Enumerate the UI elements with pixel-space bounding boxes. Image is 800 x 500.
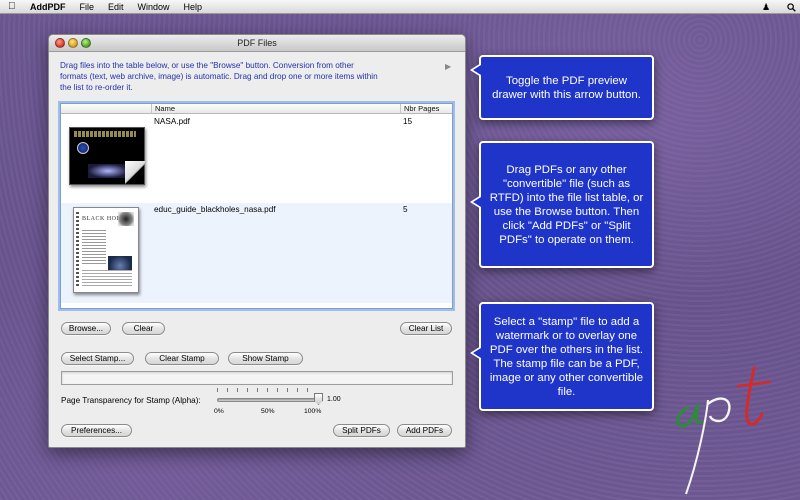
menu-extras: ♟ <box>758 0 800 14</box>
callout-text: Select a "stamp" file to add a watermark… <box>489 315 644 398</box>
table-row[interactable]: NASA.pdf 15 <box>61 115 452 203</box>
alpha-scale-min: 0% <box>214 408 224 415</box>
callout-stamp: Select a "stamp" file to add a watermark… <box>470 302 654 411</box>
menu-help[interactable]: Help <box>184 2 203 12</box>
alpha-slider[interactable] <box>217 398 319 402</box>
page-count-cell: 5 <box>403 205 408 214</box>
pdf-thumbnail <box>69 127 145 185</box>
page-curl-icon <box>125 161 145 185</box>
window-title: PDF Files <box>237 38 277 48</box>
thumbnail-header-strip <box>74 131 136 137</box>
callout-pointer-icon <box>470 195 481 209</box>
page-count-cell: 15 <box>403 117 413 126</box>
column-header-name[interactable]: Name <box>151 104 400 114</box>
menu-edit[interactable]: Edit <box>108 2 124 12</box>
show-stamp-button[interactable]: Show Stamp <box>228 352 303 365</box>
callout-text: Drag PDFs or any other "convertible" fil… <box>489 163 644 246</box>
callout-drawer-toggle: Toggle the PDF preview drawer with this … <box>470 55 654 120</box>
menu-window[interactable]: Window <box>138 2 170 12</box>
alpha-value: 1.00 <box>327 396 341 403</box>
menu-bar:  AddPDF File Edit Window Help ♟ <box>0 0 800 14</box>
binder-rings-graphic <box>76 212 79 288</box>
callout-pointer-icon <box>470 63 481 77</box>
black-hole-image <box>118 212 134 226</box>
file-list-table[interactable]: Name Nbr Pages NASA.pdf 15 BLACK HOLES e… <box>60 103 453 309</box>
window-titlebar[interactable]: PDF Files <box>49 35 465 52</box>
apple-icon[interactable]:  <box>8 0 20 14</box>
clear-stamp-button[interactable]: Clear Stamp <box>145 352 219 365</box>
clear-list-button[interactable]: Clear List <box>400 322 452 335</box>
disclosure-arrow-icon[interactable]: ▶ <box>445 62 451 71</box>
menu-app-name[interactable]: AddPDF <box>30 2 66 12</box>
column-header-pages[interactable]: Nbr Pages <box>400 104 452 114</box>
file-name-cell: NASA.pdf <box>154 117 190 126</box>
alpha-scale-max: 100% <box>304 408 322 415</box>
alpha-label: Page Transparency for Stamp (Alpha): <box>61 396 201 405</box>
galaxy-image <box>88 164 128 178</box>
thumbnail-text-lines <box>82 230 106 266</box>
select-stamp-button[interactable]: Select Stamp... <box>61 352 134 365</box>
preferences-button[interactable]: Preferences... <box>61 424 132 437</box>
thumbnail-text-lines <box>82 270 132 286</box>
user-icon[interactable]: ♟ <box>758 2 774 13</box>
apt-logo <box>676 366 772 495</box>
split-pdfs-button[interactable]: Split PDFs <box>333 424 390 437</box>
alpha-scale-mid: 50% <box>261 408 275 415</box>
clear-button[interactable]: Clear <box>122 322 165 335</box>
browse-button[interactable]: Browse... <box>61 322 111 335</box>
table-row[interactable]: BLACK HOLES educ_guide_blackholes_nasa.p… <box>61 203 452 303</box>
search-icon[interactable] <box>784 0 798 14</box>
file-name-cell: educ_guide_blackholes_nasa.pdf <box>154 205 276 214</box>
stamp-file-field[interactable] <box>61 371 453 385</box>
slider-tick-marks <box>217 388 317 392</box>
table-header: Name Nbr Pages <box>61 104 452 114</box>
instructions-text: Drag files into the table below, or use … <box>60 61 378 92</box>
pdf-thumbnail: BLACK HOLES <box>73 207 139 293</box>
nasa-logo-icon <box>77 142 89 154</box>
alpha-slider-knob[interactable] <box>314 393 323 405</box>
callout-text: Toggle the PDF preview drawer with this … <box>492 74 641 101</box>
callout-drag-files: Drag PDFs or any other "convertible" fil… <box>470 141 654 268</box>
menu-file[interactable]: File <box>80 2 95 12</box>
callout-pointer-icon <box>470 346 481 360</box>
add-pdfs-button[interactable]: Add PDFs <box>397 424 452 437</box>
pdf-files-window: PDF Files Drag files into the table belo… <box>48 34 466 448</box>
